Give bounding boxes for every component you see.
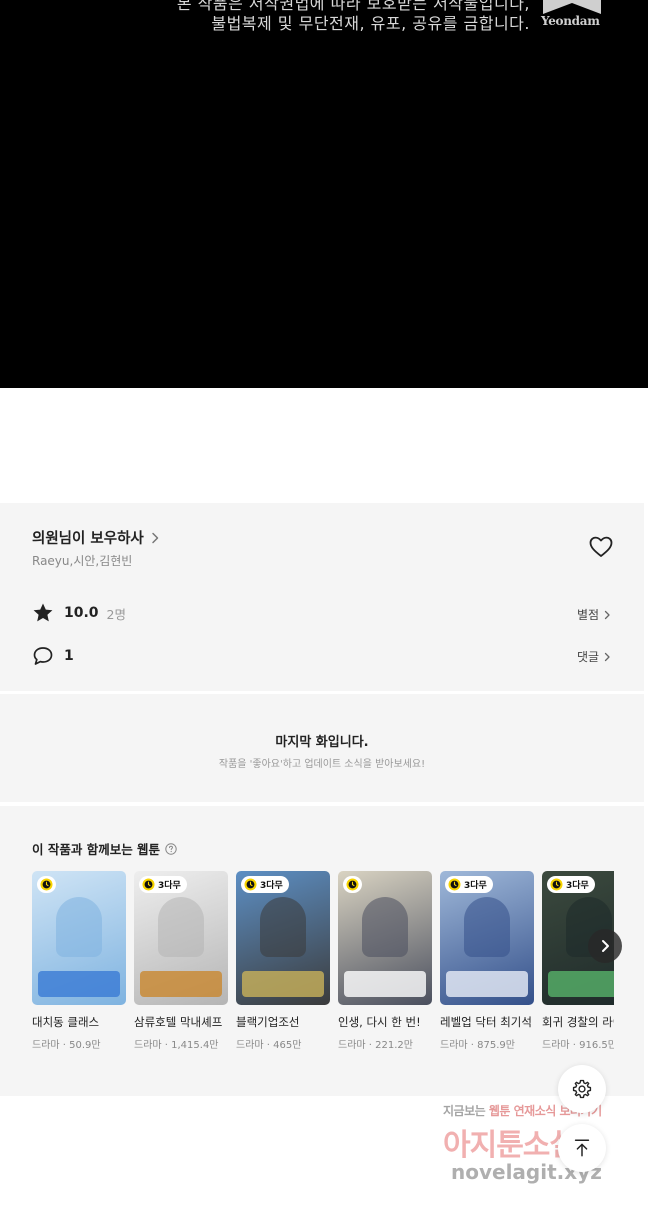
comment-count: 1 <box>64 648 74 664</box>
recommendation-card[interactable]: 3다무 레벨업 닥터 최기석 드라마 · 875.9만 <box>440 871 534 1051</box>
publisher-logo: Yeondam <box>541 0 603 32</box>
notice-title: 마지막 화입니다. <box>275 735 369 750</box>
recommendation-card[interactable]: 3다무 블랙기업조선 드라마 · 465만 <box>236 871 330 1051</box>
rating-link[interactable]: 별점 <box>577 606 612 623</box>
comment-bubble-icon <box>33 647 53 665</box>
help-icon[interactable] <box>165 842 177 855</box>
wait-free-badge <box>343 876 362 893</box>
clock-icon <box>448 878 461 891</box>
recommendation-title: 레벨업 닥터 최기석 <box>440 1015 532 1029</box>
thumbnail-title-art <box>140 971 222 997</box>
recommendation-thumbnail <box>338 871 432 1005</box>
recommendation-thumbnail: 3다무 <box>236 871 330 1005</box>
scroll-to-top-button[interactable] <box>558 1124 606 1172</box>
clock-icon <box>244 878 257 891</box>
publisher-logo-name: Yeondam <box>541 14 600 28</box>
thumbnail-figure <box>464 897 510 957</box>
recommendation-thumbnail: 3다무 <box>440 871 534 1005</box>
recommendation-title: 인생, 다시 한 번! <box>338 1015 421 1029</box>
chevron-right-icon <box>604 610 610 619</box>
rater-count: 2명 <box>106 606 126 622</box>
recommendation-title: 블랙기업조선 <box>236 1015 300 1029</box>
recommendation-card[interactable]: 인생, 다시 한 번! 드라마 · 221.2만 <box>338 871 432 1051</box>
thumbnail-figure <box>362 897 408 957</box>
thumbnail-figure <box>56 897 102 957</box>
wait-free-badge: 3다무 <box>445 876 493 893</box>
recommendations-section: 이 작품과 함께보는 웹툰 대치동 클래스 드라마 · 50.9만 3다무 삼류… <box>0 806 644 1096</box>
recommendations-carousel[interactable]: 대치동 클래스 드라마 · 50.9만 3다무 삼류호텔 막내셰프 드라마 · … <box>32 871 614 1091</box>
wait-free-badge-label: 3다무 <box>464 881 487 891</box>
recommendations-title: 이 작품과 함께보는 웹툰 <box>32 842 161 857</box>
wait-free-badge: 3다무 <box>547 876 595 893</box>
watermark-tagline-a: 지금보는 <box>443 1104 486 1118</box>
recommendation-meta: 드라마 · 875.9만 <box>440 1040 515 1051</box>
thumbnail-title-art <box>548 971 614 997</box>
recommendations-heading: 이 작품과 함께보는 웹툰 <box>32 839 177 858</box>
last-episode-notice: 마지막 화입니다. 작품을 '좋아요'하고 업데이트 소식을 받아보세요! <box>0 694 644 802</box>
notice-subtitle: 작품을 '좋아요'하고 업데이트 소식을 받아보세요! <box>218 759 426 770</box>
recommendation-card[interactable]: 3다무 삼류호텔 막내셰프 드라마 · 1,415.4만 <box>134 871 228 1051</box>
thumbnail-title-art <box>38 971 120 997</box>
thumbnail-figure <box>158 897 204 957</box>
thumbnail-figure <box>260 897 306 957</box>
star-icon <box>33 603 53 622</box>
clock-icon <box>142 878 155 891</box>
like-heart-icon[interactable] <box>588 534 614 560</box>
comment-summary: 1 <box>32 645 74 667</box>
work-info-card: 의원님이 보우하사 Raeyu,시안,김현빈 10.0 2명 별점 1 댓글 <box>0 503 644 691</box>
watermark-tagline-b: 웹툰 <box>488 1104 511 1118</box>
comment-link[interactable]: 댓글 <box>577 648 612 665</box>
comment-link-label: 댓글 <box>577 650 600 664</box>
recommendation-meta: 드라마 · 465만 <box>236 1040 302 1051</box>
recommendation-card[interactable]: 대치동 클래스 드라마 · 50.9만 <box>32 871 126 1051</box>
clock-icon <box>346 878 359 891</box>
publisher-logo-mark <box>543 0 601 14</box>
recommendation-thumbnail <box>32 871 126 1005</box>
settings-button[interactable] <box>558 1065 606 1113</box>
thumbnail-title-art <box>242 971 324 997</box>
rating-link-label: 별점 <box>577 608 600 622</box>
recommendation-meta: 드라마 · 916.5만 <box>542 1040 614 1051</box>
recommendation-title: 대치동 클래스 <box>32 1015 100 1029</box>
recommendation-meta: 드라마 · 50.9만 <box>32 1040 101 1051</box>
wait-free-badge: 3다무 <box>241 876 289 893</box>
recommendation-thumbnail: 3다무 <box>134 871 228 1005</box>
gear-icon <box>572 1079 592 1099</box>
chevron-right-icon <box>152 532 159 543</box>
copyright-notice-line-2: 불법복제 및 무단전재, 유포, 공유를 금합니다. <box>211 14 530 33</box>
recommendation-meta: 드라마 · 221.2만 <box>338 1040 413 1051</box>
chevron-right-icon <box>602 940 609 952</box>
clock-icon <box>550 878 563 891</box>
wait-free-badge-label: 3다무 <box>566 881 589 891</box>
clock-icon <box>40 878 53 891</box>
watermark-tagline-c: 연재소식 <box>513 1104 557 1118</box>
arrow-up-icon <box>574 1139 590 1157</box>
viewer-end-panel: 본 작품은 저작권법에 따라 보호받는 저작물입니다, 불법복제 및 무단전재,… <box>0 0 648 388</box>
chevron-right-icon <box>604 652 610 661</box>
work-authors: Raeyu,시안,김현빈 <box>32 554 133 568</box>
rating-summary: 10.0 2명 <box>32 602 126 624</box>
wait-free-badge: 3다무 <box>139 876 187 893</box>
recommendation-title: 회귀 경찰의 라이프 <box>542 1015 614 1029</box>
thumbnail-title-art <box>446 971 528 997</box>
recommendation-meta: 드라마 · 1,415.4만 <box>134 1040 219 1051</box>
rating-score: 10.0 <box>64 605 99 621</box>
wait-free-badge <box>37 876 56 893</box>
work-title-link[interactable]: 의원님이 보우하사 <box>32 527 162 548</box>
watermark-brand: 아지툰소설 <box>443 1128 577 1163</box>
recommendation-title: 삼류호텔 막내셰프 <box>134 1015 223 1029</box>
carousel-next-button[interactable] <box>588 929 622 963</box>
work-title: 의원님이 보우하사 <box>32 531 144 547</box>
wait-free-badge-label: 3다무 <box>158 881 181 891</box>
wait-free-badge-label: 3다무 <box>260 881 283 891</box>
thumbnail-title-art <box>344 971 426 997</box>
